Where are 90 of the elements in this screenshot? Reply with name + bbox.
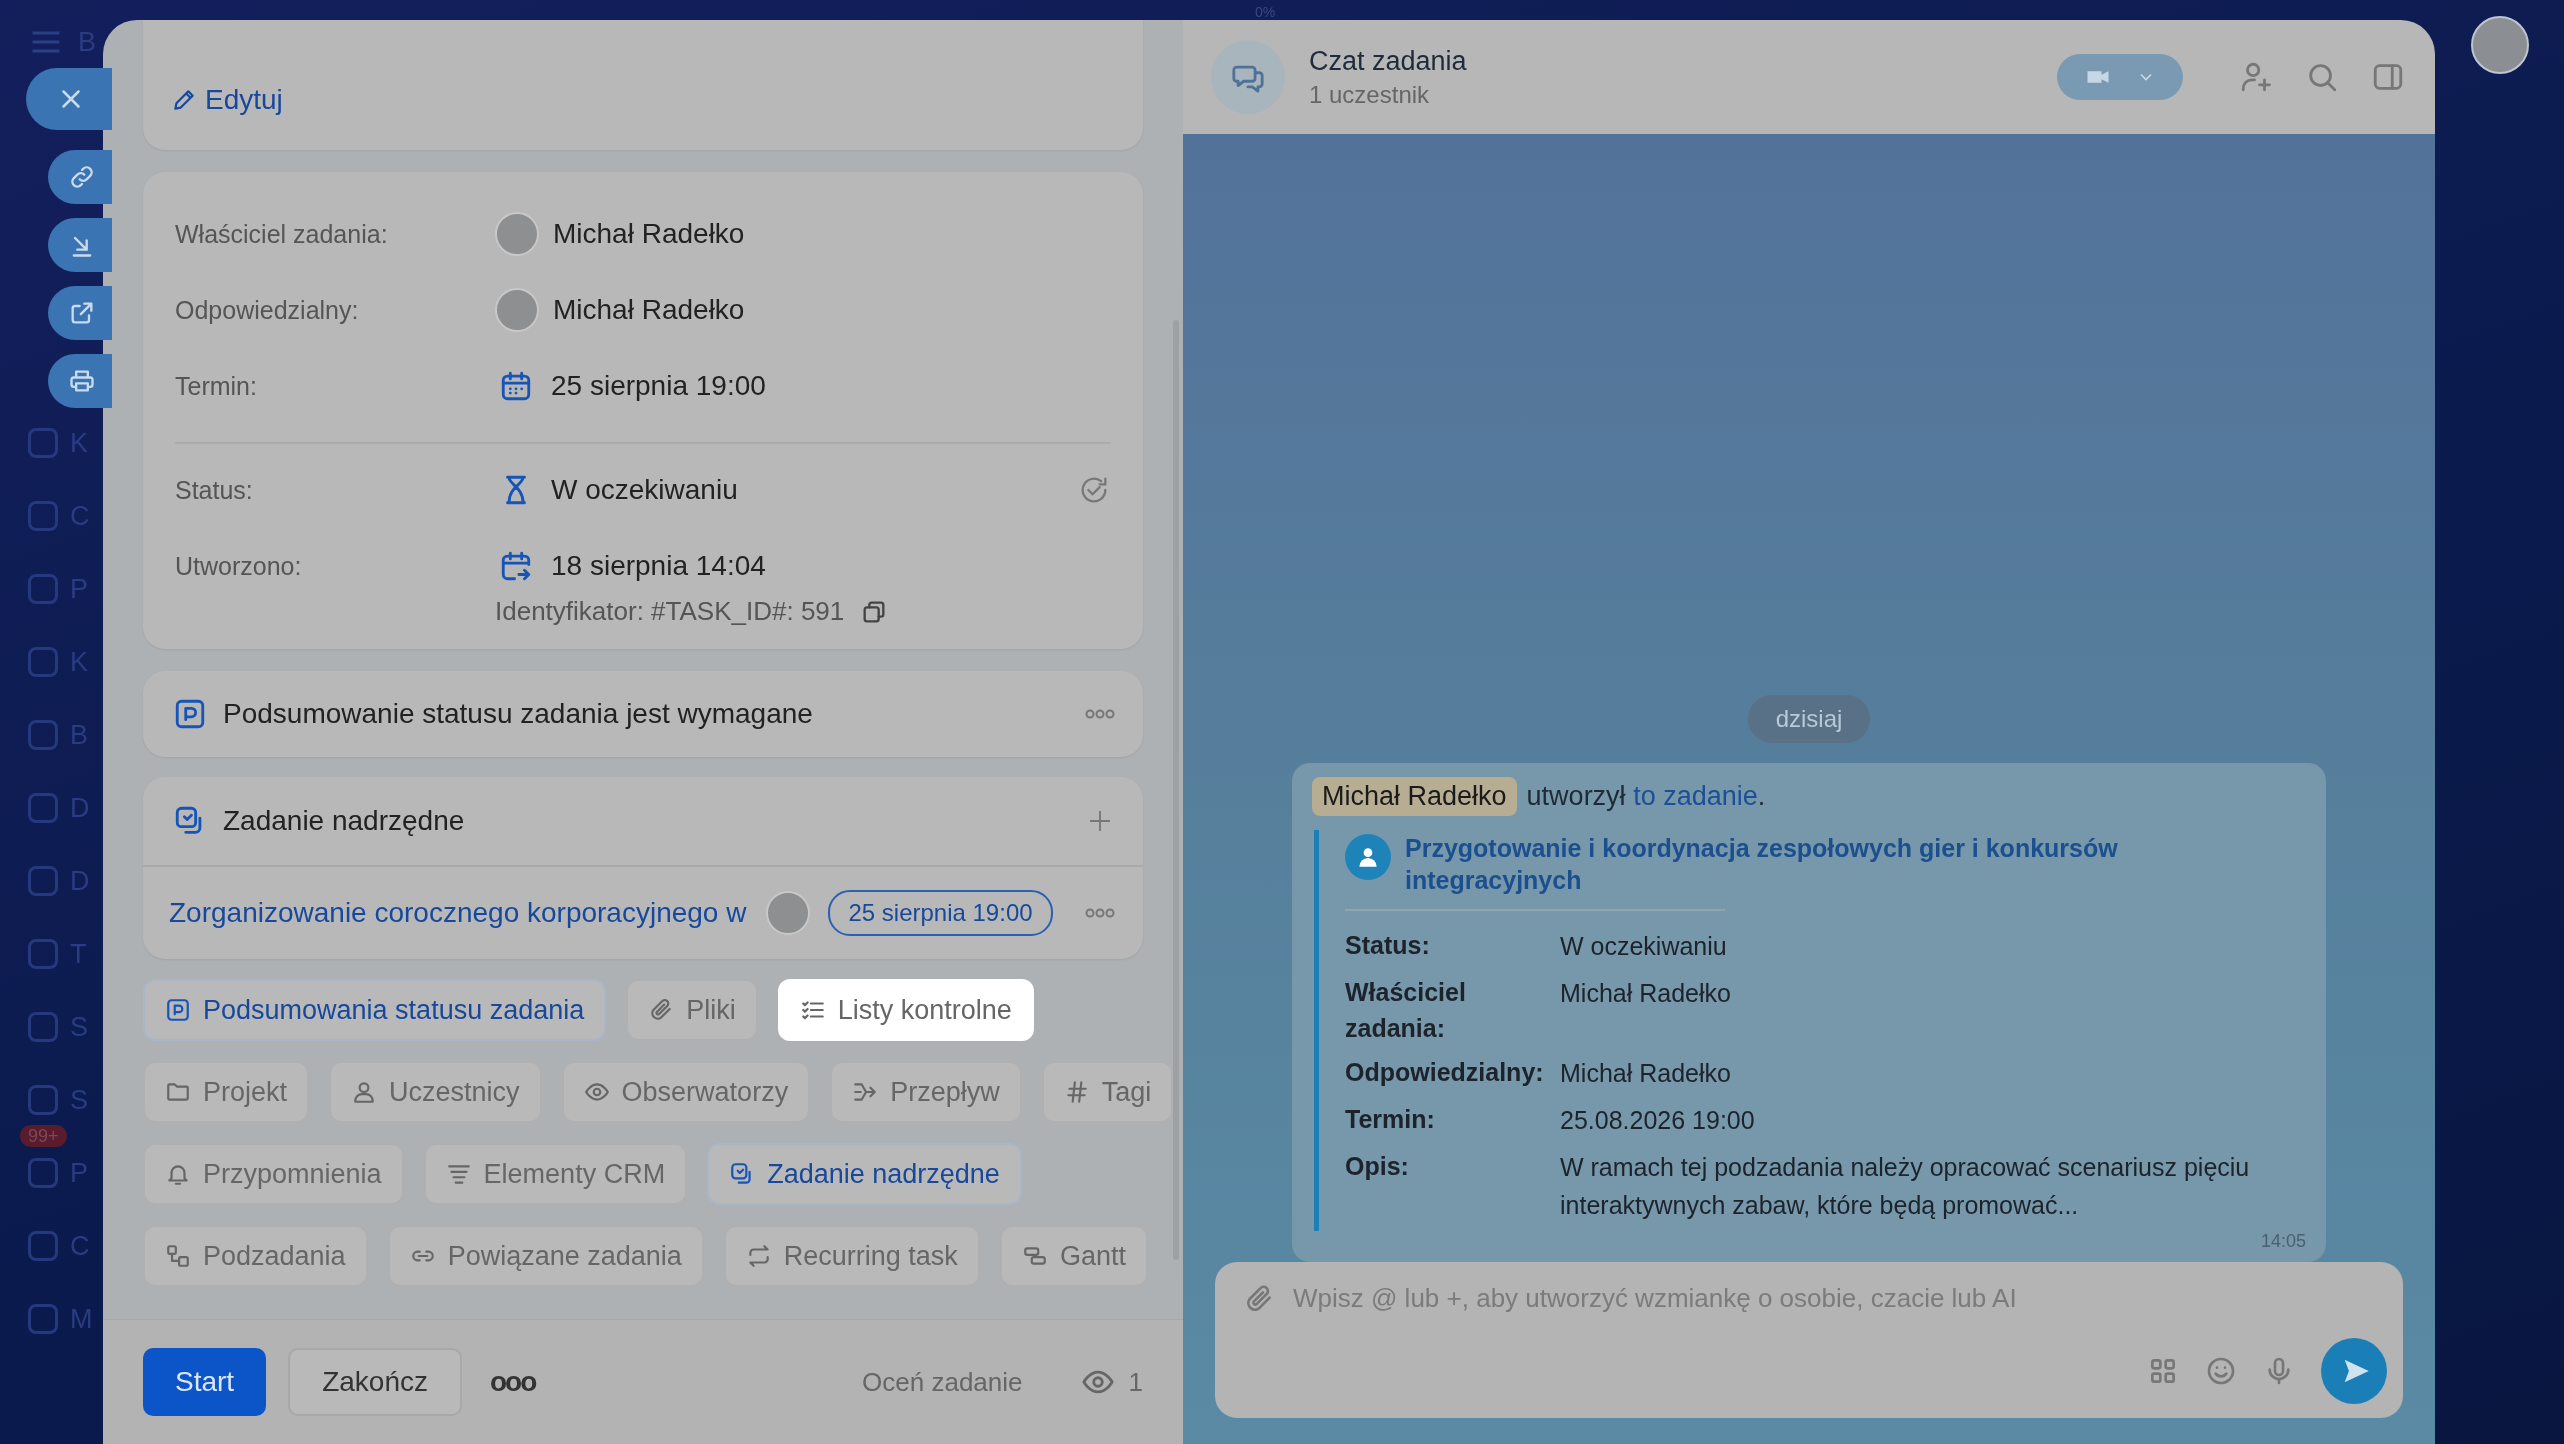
feature-chip[interactable]: Powiązane zadania [387, 1225, 704, 1287]
field-label: Odpowiedzialny: [1345, 1057, 1545, 1088]
participant-count[interactable]: 1 uczestnik [1309, 80, 1467, 109]
field-label: Właściciel zadania: [175, 219, 389, 249]
nav-icon[interactable] [28, 647, 58, 677]
more-button[interactable]: ooo [483, 1365, 542, 1399]
feature-chip[interactable]: Podsumowania statusu zadania [143, 979, 607, 1041]
field-value: Michał Radełko [1560, 1058, 1732, 1089]
message-time: 14:05 [2260, 1231, 2306, 1252]
emoji-icon[interactable] [2205, 1355, 2237, 1387]
field-value: W oczekiwaniu [1560, 930, 1728, 962]
feature-chip[interactable]: Obserwatorzy [561, 1061, 811, 1123]
nav-icon[interactable] [28, 720, 58, 750]
more-icon[interactable] [1085, 709, 1115, 719]
field-value: 18 sierpnia 14:04 [551, 550, 766, 582]
feature-chip[interactable]: Uczestnicy [329, 1061, 542, 1123]
field-label: Status: [175, 475, 254, 505]
field-label: Utworzono: [175, 551, 303, 581]
add-user-icon[interactable] [2239, 60, 2273, 94]
nav-icon[interactable] [28, 501, 58, 531]
nav-icon[interactable] [28, 793, 58, 823]
message-text: utworzył to zadanie. [1526, 780, 1766, 812]
field-value: Michał Radełko [1560, 977, 1732, 1009]
summary-icon [165, 997, 191, 1023]
task-link[interactable]: to zadanie [1633, 780, 1758, 811]
field-label: Właściciel zadania: [1345, 976, 1467, 1044]
user-icon [1345, 833, 1391, 880]
field-value[interactable]: Michał Radełko [553, 294, 745, 326]
nav-icon[interactable] [28, 1085, 58, 1115]
author-mention[interactable]: Michał Radełko [1312, 776, 1517, 816]
field-label: Opis: [1345, 1150, 1410, 1182]
parent-task-link[interactable]: Zorganizowanie corocznego korporacyjnego w [169, 897, 747, 929]
field-label: Termin: [175, 371, 258, 401]
nav-icon[interactable] [28, 1231, 58, 1261]
nav-icon[interactable] [28, 1012, 58, 1042]
feature-chip[interactable]: Podzadania [143, 1225, 368, 1287]
feature-chip[interactable]: Recurring task [723, 1225, 980, 1287]
feature-chip[interactable]: Tagi [1041, 1061, 1174, 1123]
nav-icon[interactable] [28, 574, 58, 604]
feature-chip[interactable]: Gantt [999, 1225, 1148, 1287]
feature-chip[interactable]: Projekt [143, 1061, 310, 1123]
chat-title: Czat zadania [1309, 45, 1467, 77]
nav-icon[interactable] [28, 866, 58, 896]
nav-icon[interactable] [28, 1304, 58, 1334]
calendar-icon [499, 369, 533, 403]
more-icon[interactable] [1085, 908, 1115, 918]
summary-icon [173, 697, 207, 731]
field-value: W oczekiwaniu [551, 474, 738, 506]
pencil-icon [171, 87, 197, 113]
feature-chip[interactable]: Przypomnienia [143, 1143, 404, 1205]
copy-link-button[interactable] [48, 150, 112, 204]
nav-icon[interactable] [28, 939, 58, 969]
field-label: Status: [1345, 929, 1431, 961]
subtasks-icon [165, 1243, 191, 1269]
field-value[interactable]: Michał Radełko [553, 218, 745, 250]
feature-chip[interactable]: Elementy CRM [423, 1143, 688, 1205]
nav-icon[interactable] [28, 428, 58, 458]
view-count: 1 [1128, 1366, 1143, 1398]
feature-chip[interactable]: Przepływ [830, 1061, 1022, 1123]
feature-chip[interactable]: Pliki [626, 979, 758, 1041]
nav-icon[interactable] [28, 1158, 58, 1188]
edit-link[interactable]: Edytuj [171, 84, 283, 116]
field-value: W ramach tej podzadania należy opracować scenariusz pięciu interaktywnych zabaw, które będą promować... [1560, 1151, 2251, 1222]
field-label: Termin: [1345, 1103, 1436, 1135]
avatar [495, 212, 539, 256]
minimize-button[interactable] [48, 218, 112, 272]
task-identifier: Identyfikator: #TASK_ID#: 591 [495, 596, 845, 627]
deadline-badge: 25 sierpnia 19:00 [828, 890, 1053, 936]
finish-button[interactable]: Zakończ [288, 1348, 462, 1416]
open-new-window-button[interactable] [48, 286, 112, 340]
task-title-link[interactable]: Przygotowanie i koordynacja zespołowych gier i konkursów integracyjnych [1405, 831, 2165, 897]
video-call-button[interactable] [2057, 54, 2183, 100]
field-label: Odpowiedzialny: [175, 295, 360, 325]
start-button[interactable]: Start [143, 1348, 267, 1416]
feature-chip[interactable]: Listy kontrolne [777, 979, 1034, 1041]
avatar [766, 891, 811, 935]
user-avatar[interactable] [2471, 16, 2529, 74]
section-title: Zadanie nadrzędne [223, 805, 465, 837]
rate-task-link[interactable]: Oceń zadanie [862, 1366, 1023, 1398]
avatar [495, 288, 539, 332]
field-value: 25.08.2026 19:00 [1560, 1104, 1756, 1136]
calendar-arrow-icon [499, 549, 533, 583]
close-button[interactable] [26, 68, 112, 130]
field-value: 25 sierpnia 19:00 [551, 370, 766, 402]
print-button[interactable] [48, 354, 112, 408]
feature-chip[interactable]: Zadanie nadrzędne [707, 1143, 1022, 1205]
section-title: Podsumowanie statusu zadania jest wymagane [223, 698, 813, 730]
message-input[interactable]: Wpisz @ lub +, aby utworzyć wzmiankę o osobie, czacie lub AI [1291, 1282, 2387, 1315]
date-divider: dzisiaj [1747, 694, 1871, 743]
link-icon [68, 163, 96, 191]
